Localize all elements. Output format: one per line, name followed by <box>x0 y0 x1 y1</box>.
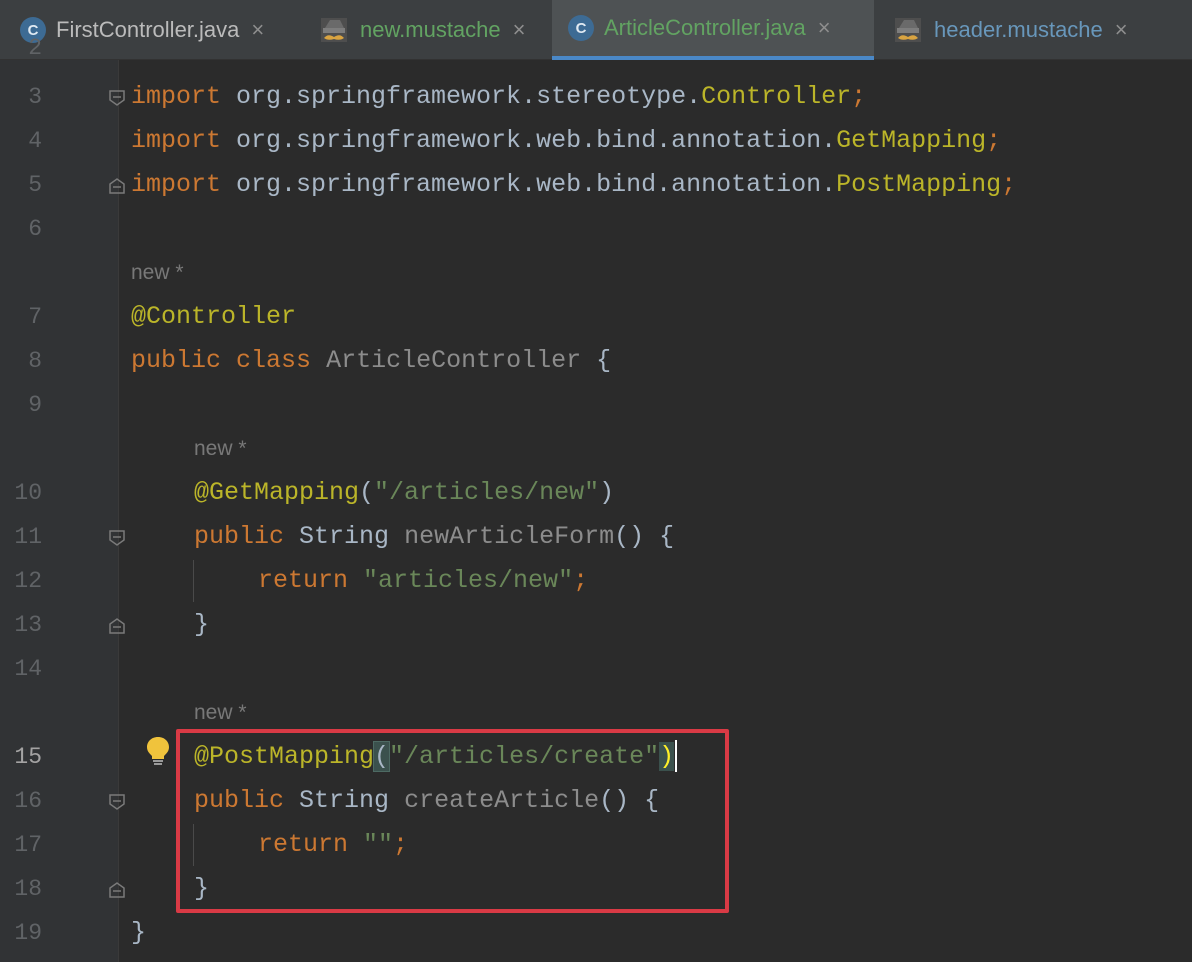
usage-hint[interactable]: new * <box>131 251 184 295</box>
keyword-return: return <box>258 566 349 595</box>
annotation: @Controller <box>131 302 297 331</box>
line-number: 5 <box>28 172 42 198</box>
tab-label: new.mustache <box>360 17 501 42</box>
brace: { <box>581 346 612 375</box>
package-path: org.springframework.web.bind.annotation. <box>221 170 837 199</box>
class-name: ArticleController <box>326 346 582 375</box>
code-line-method-newarticleform[interactable]: public String newArticleForm() { <box>194 515 674 559</box>
keyword-public: public <box>131 346 222 375</box>
tab-label: header.mustache <box>934 17 1103 42</box>
mustache-icon <box>895 18 921 42</box>
string-literal: "/articles/new" <box>374 478 600 507</box>
brace: } <box>194 610 210 639</box>
method-name: newArticleForm <box>404 522 615 551</box>
line-number: 10 <box>14 480 42 506</box>
keyword-import: import <box>131 82 222 111</box>
keyword-class: class <box>236 346 312 375</box>
editor-tab-bar: C FirstController.java × new.mustache × … <box>0 0 1192 60</box>
line-number: 6 <box>28 216 42 242</box>
lightbulb-icon[interactable] <box>145 735 171 767</box>
current-line-number: 15 <box>14 744 42 770</box>
brace: () { <box>614 522 675 551</box>
line-number: 7 <box>28 304 42 330</box>
keyword-public: public <box>194 522 285 551</box>
close-tab-icon[interactable]: × <box>1115 19 1128 41</box>
fold-end-icon[interactable] <box>108 881 126 899</box>
tab-label: ArticleController.java <box>604 15 806 40</box>
semicolon: ; <box>986 126 1002 155</box>
line-number: 11 <box>14 524 42 550</box>
highlight-annotation-box <box>176 729 729 913</box>
code-line-return-new[interactable]: return "articles/new"; <box>258 559 588 603</box>
line-number: 8 <box>28 348 42 374</box>
fold-start-icon[interactable] <box>108 793 126 811</box>
line-number: 13 <box>14 612 42 638</box>
code-line-controller-annotation[interactable]: @Controller <box>131 295 296 339</box>
indent-guide <box>193 560 194 602</box>
semicolon: ; <box>851 82 867 111</box>
fold-start-icon[interactable] <box>108 529 126 547</box>
imported-class: PostMapping <box>836 170 1002 199</box>
line-number: 2 <box>28 36 42 60</box>
java-class-icon: C <box>568 15 594 41</box>
string-literal: "articles/new" <box>363 566 574 595</box>
line-number: 18 <box>14 876 42 902</box>
line-number: 9 <box>28 392 42 418</box>
line-number: 17 <box>14 832 42 858</box>
code-line-getmapping[interactable]: @GetMapping("/articles/new") <box>194 471 614 515</box>
gutter-divider <box>118 60 119 962</box>
close-tab-icon[interactable]: × <box>818 17 831 39</box>
code-line-class-declaration[interactable]: public class ArticleController { <box>131 339 611 383</box>
code-line-close-brace[interactable]: } <box>194 603 209 647</box>
tab-new-mustache[interactable]: new.mustache × <box>300 0 552 60</box>
tab-article-controller[interactable]: C ArticleController.java × <box>552 0 874 60</box>
line-number: 12 <box>14 568 42 594</box>
line-number: 19 <box>14 920 42 946</box>
usage-hint[interactable]: new * <box>194 427 247 471</box>
paren: ) <box>599 478 615 507</box>
line-number: 16 <box>14 788 42 814</box>
line-number: 3 <box>28 84 42 110</box>
code-line-class-close-brace[interactable]: } <box>131 911 146 955</box>
type-name: String <box>299 522 390 551</box>
fold-end-icon[interactable] <box>108 617 126 635</box>
tab-header-mustache[interactable]: header.mustache × <box>874 0 1164 60</box>
tab-first-controller[interactable]: C FirstController.java × <box>0 0 300 60</box>
close-tab-icon[interactable]: × <box>251 19 264 41</box>
semicolon: ; <box>573 566 589 595</box>
code-line-import-getmapping[interactable]: import org.springframework.web.bind.anno… <box>131 119 1001 163</box>
imported-class: GetMapping <box>836 126 987 155</box>
brace: } <box>131 918 147 947</box>
mustache-icon <box>321 18 347 42</box>
tab-label: FirstController.java <box>56 17 240 42</box>
imported-class: Controller <box>701 82 852 111</box>
annotation: @GetMapping <box>194 478 360 507</box>
fold-end-icon[interactable] <box>108 177 126 195</box>
keyword-import: import <box>131 126 222 155</box>
code-line-import-controller[interactable]: import org.springframework.stereotype.Co… <box>131 75 866 119</box>
package-path: org.springframework.web.bind.annotation. <box>221 126 837 155</box>
line-number: 4 <box>28 128 42 154</box>
keyword-import: import <box>131 170 222 199</box>
fold-start-icon[interactable] <box>108 89 126 107</box>
line-number: 14 <box>14 656 42 682</box>
paren: ( <box>359 478 375 507</box>
package-path: org.springframework.stereotype. <box>221 82 702 111</box>
code-line-import-postmapping[interactable]: import org.springframework.web.bind.anno… <box>131 163 1016 207</box>
semicolon: ; <box>1001 170 1017 199</box>
close-tab-icon[interactable]: × <box>513 19 526 41</box>
